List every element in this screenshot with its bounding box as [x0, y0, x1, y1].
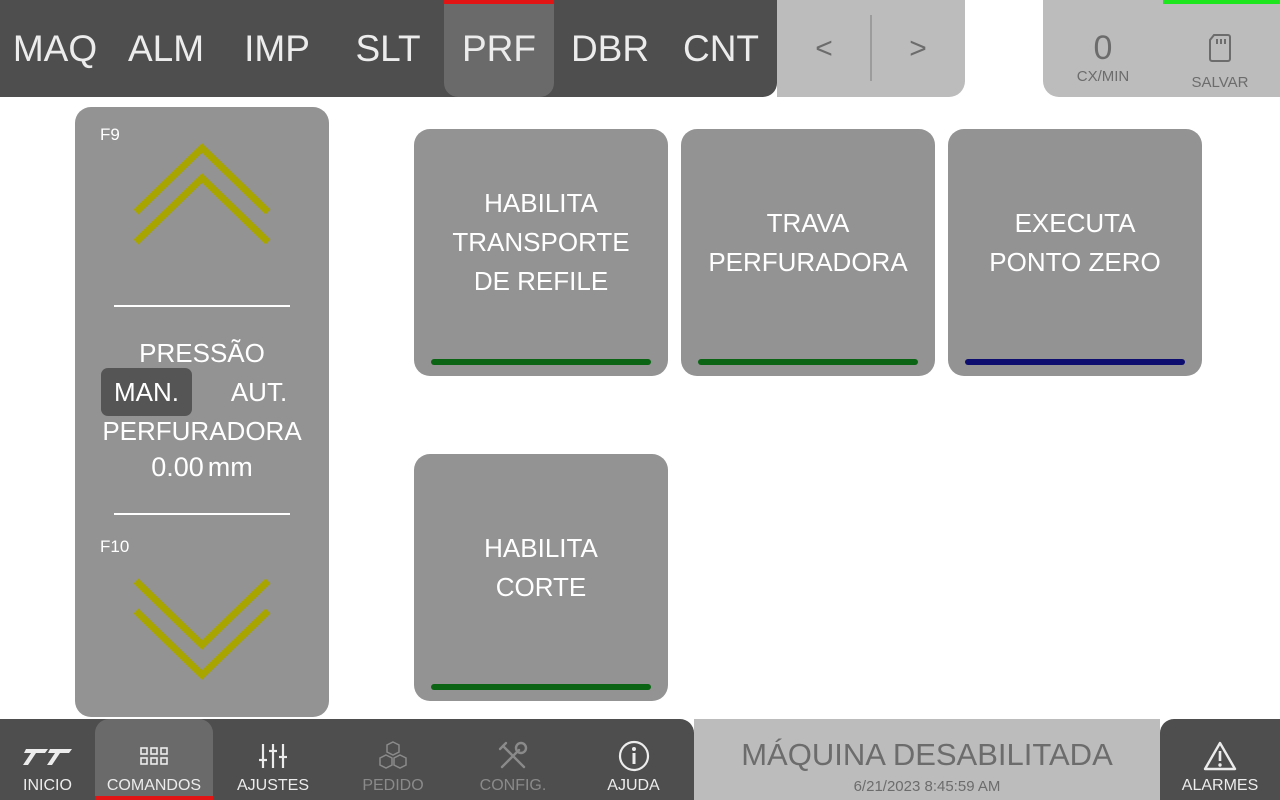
command-label: HABILITA TRANSPORTE DE REFILE — [452, 188, 630, 296]
nav-pedido[interactable]: PEDIDO — [333, 719, 453, 800]
bottom-nav-bar: INICIO COMANDOS AJUSTES PEDIDO CONFIG. A… — [0, 719, 694, 800]
status-indicator-bar — [431, 684, 651, 690]
increase-pressure-chevron-icon[interactable] — [130, 142, 274, 246]
machine-status-panel: MÁQUINA DESABILITADA 6/21/2023 8:45:59 A… — [694, 719, 1160, 800]
nav-label: INICIO — [23, 777, 72, 794]
down-key-label: F10 — [100, 537, 130, 556]
up-key-label: F9 — [100, 125, 120, 144]
nav-ajuda[interactable]: AJUDA — [573, 719, 694, 800]
pressure-title: PRESSÃO — [139, 338, 265, 368]
divider-bottom — [114, 513, 290, 515]
auto-mode-button[interactable]: AUT. — [214, 368, 304, 416]
warning-icon — [1160, 741, 1280, 771]
tab-slt[interactable]: SLT — [333, 0, 443, 97]
tab-imp[interactable]: IMP — [222, 0, 332, 97]
rate-display: 0 CX/MIN — [1063, 0, 1143, 97]
rate-value: 0 — [1093, 29, 1113, 67]
status-timestamp: 6/21/2023 8:45:59 AM — [853, 778, 1001, 795]
manual-mode-button[interactable]: MAN. — [101, 368, 192, 416]
tools-icon — [497, 741, 529, 771]
enable-trim-transport-button[interactable]: HABILITA TRANSPORTE DE REFILE — [414, 129, 668, 376]
status-panel: 0 CX/MIN SALVAR — [1043, 0, 1280, 97]
enable-cut-button[interactable]: HABILITA CORTE — [414, 454, 668, 701]
divider-top — [114, 305, 290, 307]
save-label: SALVAR — [1191, 74, 1249, 91]
tab-maq[interactable]: MAQ — [0, 0, 110, 97]
status-indicator-bar — [965, 359, 1185, 365]
tab-prf[interactable]: PRF — [444, 0, 554, 97]
command-label: HABILITA CORTE — [484, 532, 598, 602]
alarms-label: ALARMES — [1181, 777, 1259, 794]
alarms-button[interactable]: ALARMES — [1160, 719, 1280, 800]
nav-label: PEDIDO — [362, 777, 424, 794]
next-page-button[interactable]: > — [871, 0, 965, 97]
save-button[interactable]: SALVAR — [1180, 0, 1260, 97]
nav-inicio[interactable]: INICIO — [0, 719, 95, 800]
tab-alm[interactable]: ALM — [111, 0, 221, 97]
page-navigator: < > — [777, 0, 965, 97]
pressure-value: 0.00 — [151, 452, 204, 482]
sd-card-icon — [1208, 33, 1232, 65]
perforator-title: PERFURADORA — [102, 416, 302, 446]
boxes-icon — [377, 741, 409, 771]
info-icon — [618, 740, 650, 772]
grid-icon — [140, 741, 168, 771]
tab-dbr[interactable]: DBR — [555, 0, 665, 97]
command-label: TRAVA PERFURADORA — [708, 207, 908, 277]
command-label: EXECUTA PONTO ZERO — [989, 207, 1161, 277]
rate-unit: CX/MIN — [1076, 68, 1130, 85]
lock-perforator-button[interactable]: TRAVA PERFURADORA — [681, 129, 935, 376]
logo-icon — [22, 741, 74, 771]
sliders-icon — [258, 741, 288, 771]
decrease-pressure-chevron-icon[interactable] — [130, 575, 274, 681]
nav-label: COMANDOS — [106, 777, 202, 794]
pressure-reading: 0.00 mm — [75, 452, 329, 483]
status-indicator-bar — [698, 359, 918, 365]
nav-config[interactable]: CONFIG. — [453, 719, 573, 800]
execute-zero-point-button[interactable]: EXECUTA PONTO ZERO — [948, 129, 1202, 376]
top-tab-bar: MAQ ALM IMP SLT PRF DBR CNT — [0, 0, 777, 97]
status-indicator-bar — [431, 359, 651, 365]
nav-comandos[interactable]: COMANDOS — [95, 719, 213, 800]
nav-ajustes[interactable]: AJUSTES — [213, 719, 333, 800]
pressure-panel: F9 PRESSÃO MAN. AUT. PERFURADORA 0.00 mm … — [75, 107, 329, 717]
prev-page-button[interactable]: < — [777, 0, 871, 97]
tab-cnt[interactable]: CNT — [666, 0, 776, 97]
machine-state: MÁQUINA DESABILITADA — [741, 737, 1113, 772]
nav-label: AJUSTES — [236, 777, 309, 794]
nav-label: CONFIG. — [479, 777, 547, 794]
pressure-unit: mm — [207, 452, 253, 482]
nav-label: AJUDA — [607, 777, 660, 794]
